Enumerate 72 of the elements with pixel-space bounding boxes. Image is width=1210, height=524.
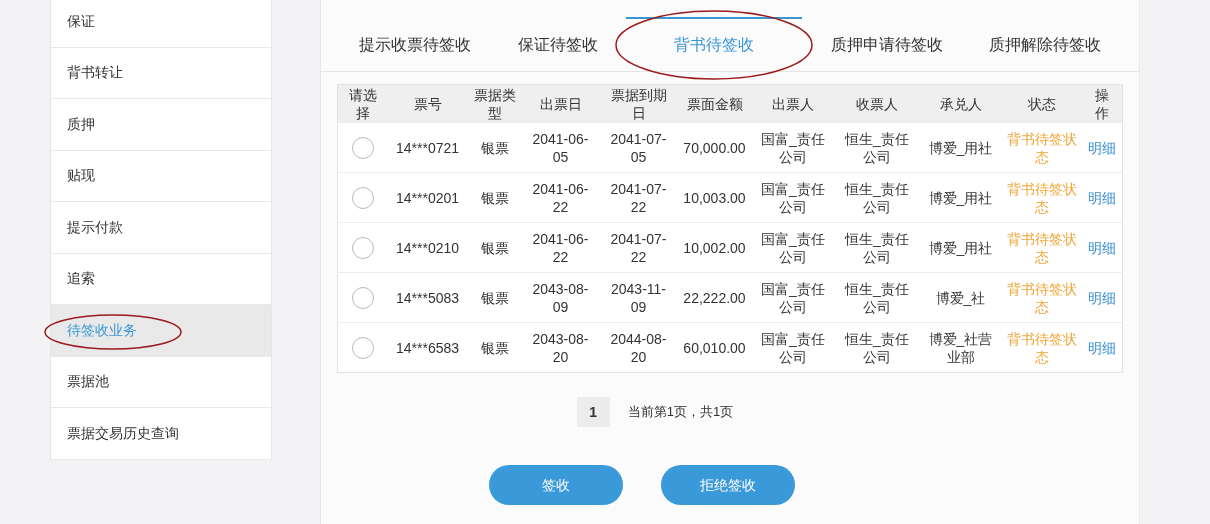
table-cell: 银票	[480, 289, 509, 306]
status-text: 背书待签状态	[1007, 280, 1077, 315]
table-cell: 银票	[480, 139, 509, 156]
column-header: 状态	[1001, 84, 1083, 123]
table-cell: 22,222.00	[683, 289, 746, 306]
column-header: 操作	[1082, 84, 1123, 123]
table-cell: 银票	[480, 239, 509, 256]
table-cell: 14***0201	[395, 189, 460, 206]
table-cell: 博爱_社	[935, 289, 986, 306]
tab[interactable]: 提示收票待签收	[341, 17, 489, 71]
radio-button[interactable]	[351, 136, 374, 159]
column-header: 出票人	[751, 84, 835, 123]
status-text: 背书待签状态	[1007, 230, 1077, 265]
table-cell: 14***6583	[395, 339, 460, 356]
table-cell: 2041-07-22	[610, 180, 667, 215]
table-cell: 恒生_责任公司	[845, 330, 909, 365]
column-header: 出票日	[521, 84, 600, 123]
radio-button[interactable]	[351, 336, 374, 359]
table-cell: 14***0721	[395, 139, 460, 156]
table-cell: 恒生_责任公司	[845, 280, 909, 315]
table-cell: 2043-08-09	[532, 280, 589, 315]
radio-button[interactable]	[351, 286, 374, 309]
table-cell: 14***5083	[395, 289, 460, 306]
detail-link[interactable]: 明细	[1088, 289, 1117, 306]
table-cell: 60,010.00	[683, 339, 746, 356]
table-cell: 10,003.00	[683, 189, 746, 206]
page-number[interactable]: 1	[576, 397, 610, 427]
tab[interactable]: 质押解除待签收	[971, 17, 1119, 71]
table-cell: 博爱_用社	[928, 239, 993, 256]
status-text: 背书待签状态	[1007, 180, 1077, 215]
tab[interactable]: 保证待签收	[499, 17, 616, 71]
table-cell: 2044-08-20	[610, 330, 667, 365]
table-cell: 2041-06-05	[532, 130, 589, 165]
table-cell: 2041-07-22	[610, 230, 667, 265]
detail-link[interactable]: 明细	[1088, 189, 1117, 206]
table-cell: 国富_责任公司	[761, 230, 825, 265]
column-header: 收票人	[834, 84, 920, 123]
column-header: 票号	[387, 84, 468, 123]
tab[interactable]: 质押申请待签收	[812, 17, 961, 71]
column-header: 请选择	[337, 84, 388, 123]
table-cell: 博爱_用社	[928, 139, 993, 156]
table-cell: 恒生_责任公司	[845, 230, 909, 265]
table-cell: 2043-11-09	[611, 280, 666, 315]
table-cell: 14***0210	[395, 239, 460, 256]
column-header: 票据类型	[467, 84, 522, 123]
table-cell: 银票	[480, 339, 509, 356]
status-text: 背书待签状态	[1007, 330, 1077, 365]
page-summary: 当前第1页，共1页	[627, 403, 734, 422]
status-text: 背书待签状态	[1007, 130, 1077, 165]
table-cell: 国富_责任公司	[761, 180, 825, 215]
radio-button[interactable]	[351, 186, 374, 209]
table-cell: 70,000.00	[683, 139, 746, 156]
table-cell: 博爱_社营业部	[928, 330, 993, 365]
table-cell: 博爱_用社	[928, 189, 993, 206]
table-cell: 2041-06-22	[532, 180, 589, 215]
table-cell: 恒生_责任公司	[845, 180, 909, 215]
table-cell: 国富_责任公司	[761, 130, 825, 165]
table-cell: 2041-06-22	[532, 230, 589, 265]
radio-button[interactable]	[351, 236, 374, 259]
column-header: 票据到期日	[599, 84, 678, 123]
table-cell: 恒生_责任公司	[845, 130, 909, 165]
table-cell: 银票	[480, 189, 509, 206]
table-cell: 国富_责任公司	[761, 280, 825, 315]
table-cell: 国富_责任公司	[761, 330, 825, 365]
detail-link[interactable]: 明细	[1088, 139, 1117, 156]
detail-link[interactable]: 明细	[1088, 339, 1117, 356]
table-cell: 10,002.00	[683, 239, 746, 256]
column-header: 票面金额	[677, 84, 752, 123]
table-cell: 2041-07-05	[610, 130, 667, 165]
table-cell: 2043-08-20	[532, 330, 589, 365]
detail-link[interactable]: 明细	[1088, 239, 1117, 256]
column-header: 承兑人	[919, 84, 1002, 123]
